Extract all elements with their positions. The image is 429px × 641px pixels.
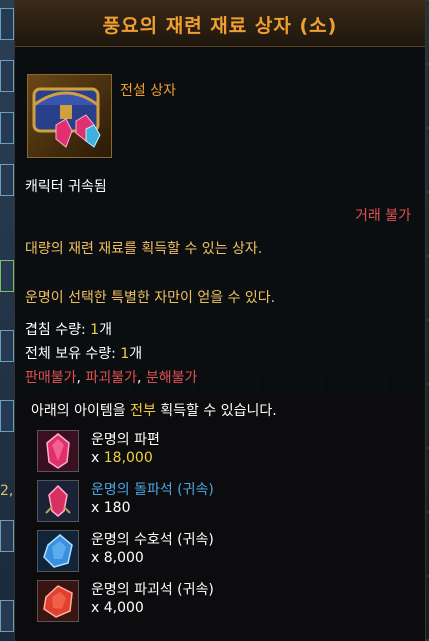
restriction-destroy: 파괴불가	[85, 370, 137, 386]
owned-quantity-label: 전체 보유 수량:	[25, 346, 121, 362]
quickslot[interactable]	[0, 330, 14, 362]
fate-shard-icon	[37, 430, 79, 472]
quickslot[interactable]	[0, 600, 14, 632]
reward-item-name: 운명의 파편	[91, 432, 160, 448]
reward-header-suffix: 획득할 수 있습니다.	[155, 403, 277, 419]
restriction-separator: ,	[136, 370, 146, 386]
fate-guardian-stone-icon	[37, 530, 79, 572]
reward-qty-value: 180	[103, 500, 131, 516]
reward-item-name: 운명의 수호석 (귀속)	[91, 532, 214, 548]
owned-quantity: 전체 보유 수량: 1개	[25, 343, 142, 363]
reward-item[interactable]: 운명의 파괴석 (귀속) x 4,000	[37, 578, 417, 622]
stack-quantity-unit: 개	[99, 322, 112, 338]
owned-quantity-value: 1	[120, 346, 130, 362]
reward-item-name: 운명의 돌파석 (귀속)	[91, 482, 214, 498]
reward-header: 아래의 아이템을 전부 획득할 수 있습니다.	[31, 400, 277, 420]
reward-qty-prefix: x	[91, 550, 104, 566]
item-description-1: 대량의 재련 재료를 획득할 수 있는 상자.	[25, 241, 263, 257]
reward-list: 아래의 아이템을 전부 획득할 수 있습니다. 운명의 파편 x 18,000 …	[21, 392, 425, 641]
reward-qty-value: 4,000	[103, 600, 144, 616]
stack-quantity: 겹침 수량: 1개	[25, 319, 112, 339]
reward-item-quantity: x 18,000	[91, 450, 153, 466]
reward-header-prefix: 아래의 아이템을	[31, 403, 131, 419]
reward-qty-prefix: x	[91, 500, 104, 516]
reward-qty-prefix: x	[91, 450, 104, 466]
quickslot[interactable]	[0, 112, 14, 144]
quickslot[interactable]	[0, 164, 14, 196]
quickslot[interactable]	[0, 400, 14, 432]
stack-quantity-label: 겹침 수량:	[25, 322, 91, 338]
item-tooltip: 풍요의 재련 재료 상자 (소) 전설 상자 캐릭터 귀속됨 거래 불가 대량의…	[14, 0, 426, 641]
stack-quantity-value: 1	[90, 322, 100, 338]
fate-destruction-stone-icon	[37, 580, 79, 622]
reward-item-quantity: x 180	[91, 500, 130, 516]
quickslot[interactable]	[0, 60, 14, 92]
reward-qty-prefix: x	[91, 600, 104, 616]
reward-item[interactable]: 운명의 수호석 (귀속) x 8,000	[37, 528, 417, 572]
reward-item[interactable]: 운명의 돌파석 (귀속) x 180	[37, 478, 417, 522]
item-title: 풍요의 재련 재료 상자 (소)	[102, 15, 338, 37]
restrictions: 판매불가, 파괴불가, 분해불가	[25, 367, 197, 387]
owned-quantity-unit: 개	[129, 346, 143, 362]
left-quickslot-strip	[0, 0, 14, 641]
reward-qty-value: 18,000	[103, 450, 153, 466]
reward-item[interactable]: 운명의 파편 x 18,000	[37, 428, 417, 472]
treasure-chest-icon	[27, 74, 112, 158]
restriction-sell: 판매불가	[25, 370, 77, 386]
quickslot[interactable]	[0, 260, 14, 292]
reward-item-name: 운명의 파괴석 (귀속)	[91, 582, 214, 598]
trade-status: 거래 불가	[355, 208, 411, 224]
quickslot[interactable]	[0, 520, 14, 552]
reward-item-quantity: x 4,000	[91, 600, 144, 616]
restriction-dismantle: 분해불가	[145, 370, 198, 386]
item-description-2: 운명이 선택한 특별한 자만이 얻을 수 있다.	[25, 290, 276, 306]
bind-status: 캐릭터 귀속됨	[25, 179, 107, 195]
quickslot[interactable]	[0, 8, 14, 40]
reward-item-quantity: x 8,000	[91, 550, 144, 566]
tooltip-title-bar: 풍요의 재련 재료 상자 (소)	[15, 0, 425, 47]
reward-header-highlight: 전부	[130, 403, 156, 419]
item-grade: 전설 상자	[120, 83, 176, 99]
left-panel-number: 2,	[0, 483, 14, 499]
fate-breakthrough-stone-icon	[37, 480, 79, 522]
reward-qty-value: 8,000	[103, 550, 144, 566]
